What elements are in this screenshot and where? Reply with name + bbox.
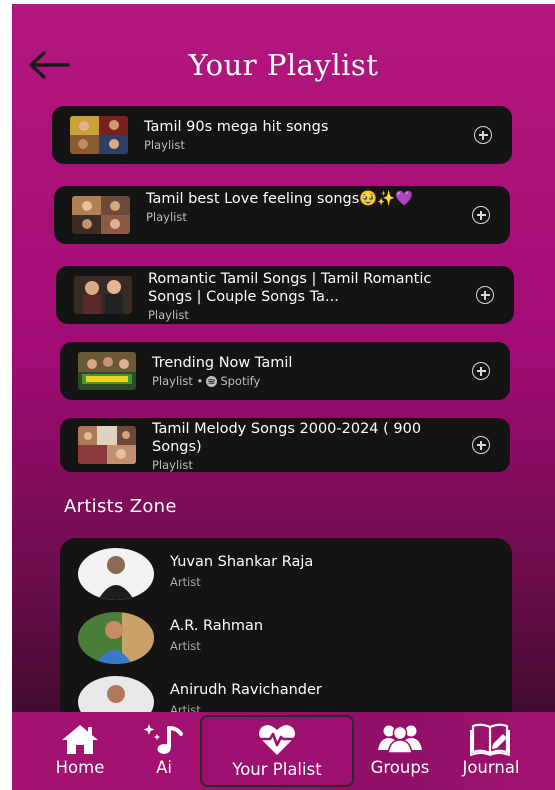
playlist-thumbnail xyxy=(70,116,128,154)
spotify-icon xyxy=(206,375,218,387)
playlist-subtitle: Playlist xyxy=(152,458,193,472)
nav-your-playlist[interactable]: Your Plalist xyxy=(200,715,354,787)
playlist-subtitle: Playlist xyxy=(146,210,187,224)
nav-ai[interactable]: Ai xyxy=(138,712,190,790)
playlist-card[interactable]: Tamil Melody Songs 2000-2024 ( 900 Songs… xyxy=(60,418,510,472)
playlist-card[interactable]: Tamil 90s mega hit songs Playlist xyxy=(52,106,512,164)
playlist-card[interactable]: Trending Now Tamil Playlist • Spotify xyxy=(60,342,510,400)
playlist-title: Tamil 90s mega hit songs xyxy=(144,119,329,135)
nav-label: Journal xyxy=(462,758,520,777)
nav-label: Ai xyxy=(156,758,172,777)
playlist-subtitle: Playlist • xyxy=(152,374,204,388)
nav-label: Home xyxy=(55,758,105,777)
playlist-subtitle: Playlist xyxy=(144,138,185,152)
avatar xyxy=(78,612,154,664)
playlist-thumbnail xyxy=(74,276,132,314)
artist-name: A.R. Rahman xyxy=(170,618,264,634)
artist-name: Anirudh Ravichander xyxy=(170,682,322,698)
artist-name: Yuvan Shankar Raja xyxy=(170,554,314,570)
playlist-thumbnail xyxy=(72,196,130,234)
artist-item[interactable]: A.R. Rahman Artist xyxy=(78,612,498,676)
nav-label: Groups xyxy=(370,758,430,777)
section-title: Artists Zone xyxy=(64,496,177,517)
artist-role: Artist xyxy=(170,575,201,589)
bottom-nav: Home Ai Your Plalist Groups Journal xyxy=(12,712,555,790)
add-circle-icon[interactable] xyxy=(472,206,490,224)
add-circle-icon[interactable] xyxy=(472,436,490,454)
app-screen: Your Playlist Tamil 90s mega hit songs P… xyxy=(12,4,555,790)
playlist-subtitle: Playlist xyxy=(148,308,189,322)
avatar xyxy=(78,548,154,600)
add-circle-icon[interactable] xyxy=(472,362,490,380)
artist-item[interactable]: Yuvan Shankar Raja Artist xyxy=(78,548,498,612)
add-circle-icon[interactable] xyxy=(474,126,492,144)
playlist-thumbnail xyxy=(78,352,136,390)
nav-home[interactable]: Home xyxy=(42,712,118,790)
page-title: Your Playlist xyxy=(188,48,379,82)
nav-label: Your Plalist xyxy=(232,760,322,779)
home-icon xyxy=(62,725,98,754)
music-note-sparkle-icon xyxy=(143,724,183,754)
journal-icon xyxy=(470,723,510,756)
playlist-card[interactable]: Tamil best Love feeling songs🥹✨💜 Playlis… xyxy=(54,186,510,244)
playlist-source: Spotify xyxy=(220,374,261,388)
artists-list: Yuvan Shankar Raja Artist A.R. Rahman Ar… xyxy=(60,538,512,738)
group-icon xyxy=(378,725,422,754)
nav-journal[interactable]: Journal xyxy=(448,712,534,790)
nav-groups[interactable]: Groups xyxy=(360,712,440,790)
playlist-card[interactable]: Romantic Tamil Songs | Tamil Romantic So… xyxy=(56,266,514,324)
playlist-thumbnail xyxy=(78,426,136,464)
artist-role: Artist xyxy=(170,639,201,653)
add-circle-icon[interactable] xyxy=(476,286,494,304)
playlist-title: Tamil best Love feeling songs🥹✨💜 xyxy=(146,191,414,207)
playlist-title: Tamil Melody Songs 2000-2024 ( 900 Songs… xyxy=(152,421,422,455)
heart-pulse-icon xyxy=(259,725,295,755)
playlist-title: Trending Now Tamil xyxy=(152,355,293,371)
playlist-title: Romantic Tamil Songs | Tamil Romantic So… xyxy=(148,271,432,305)
